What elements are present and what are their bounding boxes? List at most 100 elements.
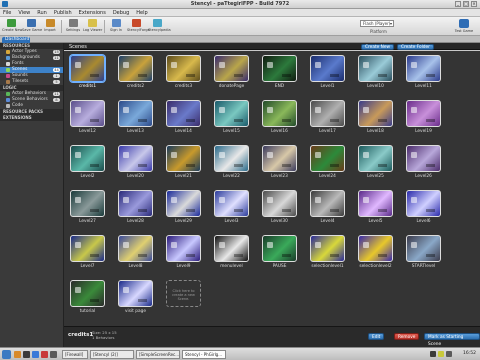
sign-in-button[interactable]: Sign In	[107, 19, 125, 32]
create-new-scene-button[interactable]: Create New	[361, 44, 395, 50]
scene-thumbnail	[406, 190, 441, 217]
battery-icon[interactable]	[438, 351, 444, 357]
scene-tile[interactable]: selectionlevel1	[310, 235, 345, 277]
scene-tile[interactable]: donatePage	[214, 55, 249, 97]
taskbar-item-active[interactable]: Stencyl - PhGirlg...	[182, 350, 226, 359]
save-game-button[interactable]: Save Game	[22, 19, 42, 32]
forge-icon	[131, 19, 141, 27]
sidebar-item-tilesets[interactable]: Tilesets 5	[0, 79, 63, 85]
scene-tile[interactable]: Level30	[262, 190, 297, 232]
scene-tile[interactable]: Level18	[358, 100, 393, 142]
new-scene-placeholder[interactable]: Click here to create a new Scene.	[166, 280, 201, 307]
mark-starting-scene-button[interactable]: Mark as Starting Scene	[424, 333, 480, 347]
scene-tile[interactable]: visit page	[118, 280, 153, 322]
scene-tile[interactable]: STARTlevel	[406, 235, 441, 277]
scene-tile[interactable]: Level15	[214, 100, 249, 142]
scene-tile[interactable]: tutorial	[70, 280, 105, 322]
minimize-button[interactable]: _	[455, 1, 461, 7]
scene-tile[interactable]: Level10	[358, 55, 393, 97]
file-manager-icon[interactable]	[14, 351, 21, 358]
scene-tile[interactable]: Level27	[70, 190, 105, 232]
scene-tile[interactable]: Level11	[406, 55, 441, 97]
import-button[interactable]: Import	[41, 19, 59, 32]
scene-tile[interactable]: Level5	[358, 190, 393, 232]
scene-thumbnail	[358, 55, 393, 82]
scene-thumbnail	[70, 100, 105, 127]
menu-extensions[interactable]: Extensions	[79, 10, 106, 16]
scene-tile[interactable]: Level13	[118, 100, 153, 142]
log-viewer-button[interactable]: Log Viewer	[83, 19, 102, 32]
scene-tile[interactable]: Level24	[310, 145, 345, 187]
scene-name: credits3	[174, 84, 193, 89]
menu-help[interactable]: Help	[136, 10, 147, 16]
scene-tile[interactable]: menulevel	[214, 235, 249, 277]
edit-button[interactable]: Edit	[368, 333, 385, 340]
start-menu-button[interactable]	[2, 350, 11, 359]
network-icon[interactable]	[430, 351, 436, 357]
scene-tile[interactable]: Level29	[166, 190, 201, 232]
scene-tile[interactable]: Level22	[214, 145, 249, 187]
scene-thumbnail	[70, 235, 105, 262]
scene-tile[interactable]: Level28	[118, 190, 153, 232]
scene-name: Level20	[127, 174, 144, 179]
create-new-button[interactable]: Create New	[2, 19, 22, 32]
browser-icon[interactable]	[32, 351, 39, 358]
scene-tile[interactable]: Level3	[214, 190, 249, 232]
menu-debug[interactable]: Debug	[113, 10, 129, 16]
scene-tile[interactable]: Level1	[310, 55, 345, 97]
taskbar-item[interactable]: [SimpleScreenRec...	[136, 350, 180, 359]
menu-run[interactable]: Run	[37, 10, 47, 16]
scene-tile[interactable]: Level6	[406, 190, 441, 232]
scene-tile[interactable]: Level17	[310, 100, 345, 142]
create-folder-button[interactable]: Create Folder	[397, 44, 434, 50]
remove-button[interactable]: Remove	[394, 333, 420, 340]
scene-tile[interactable]: Level23	[262, 145, 297, 187]
settings-button[interactable]: Settings	[64, 19, 82, 32]
scene-tile[interactable]: END	[262, 55, 297, 97]
scene-tile[interactable]: Level12	[70, 100, 105, 142]
scene-tile[interactable]: Level20	[118, 145, 153, 187]
scene-tile[interactable]: PAUSE	[262, 235, 297, 277]
scene-tile[interactable]: Level21	[166, 145, 201, 187]
stencylpedia-button[interactable]: Stencylpedia	[148, 19, 171, 32]
app-icon[interactable]	[41, 351, 48, 358]
volume-icon[interactable]	[446, 351, 452, 357]
app-icon[interactable]	[50, 351, 57, 358]
close-button[interactable]: ×	[471, 1, 477, 7]
scene-name: Level1	[320, 84, 335, 89]
scene-tile[interactable]: selectionlevel2	[358, 235, 393, 277]
scene-tile[interactable]: Level14	[166, 100, 201, 142]
extensions-header[interactable]: EXTENSIONS	[0, 115, 63, 121]
scene-tile[interactable]: Level9	[166, 235, 201, 277]
taskbar-item[interactable]: [Firewall]	[62, 350, 88, 359]
test-game-button[interactable]: Test Game	[451, 19, 477, 33]
target-select[interactable]: Flash (Player) ▾	[360, 20, 394, 27]
count-badge: 5	[53, 80, 60, 84]
scene-tile[interactable]: Level19	[406, 100, 441, 142]
scene-tile[interactable]: credits1	[70, 55, 105, 97]
scene-tile[interactable]: credits3	[166, 55, 201, 97]
scene-name: PAUSE	[272, 264, 287, 269]
menu-file[interactable]: File	[3, 10, 11, 16]
scene-tile[interactable]: credits2	[118, 55, 153, 97]
tileset-icon	[6, 80, 10, 84]
scene-tile[interactable]: Level7	[70, 235, 105, 277]
scene-thumbnail	[118, 100, 153, 127]
terminal-icon[interactable]	[23, 351, 30, 358]
stencylforge-button[interactable]: StencylForge	[127, 19, 150, 32]
scene-tile[interactable]: Level26	[406, 145, 441, 187]
scene-name: Level30	[271, 219, 288, 224]
maximize-button[interactable]: □	[463, 1, 469, 7]
menu-publish[interactable]: Publish	[54, 10, 72, 16]
scene-name: Level15	[223, 129, 240, 134]
scene-tile[interactable]: Level16	[262, 100, 297, 142]
scene-tile[interactable]: Level2	[70, 145, 105, 187]
scene-thumbnail	[406, 235, 441, 262]
menu-view[interactable]: View	[18, 10, 30, 16]
taskbar-item[interactable]: [Stencyl (2)]	[90, 350, 134, 359]
sidebar-item-code[interactable]: Code	[0, 103, 63, 109]
scene-tile[interactable]: Level25	[358, 145, 393, 187]
os-taskbar: [Firewall] [Stencyl (2)] [SimpleScreenRe…	[0, 347, 480, 360]
scene-tile[interactable]: Level8	[118, 235, 153, 277]
scene-tile[interactable]: Level4	[310, 190, 345, 232]
